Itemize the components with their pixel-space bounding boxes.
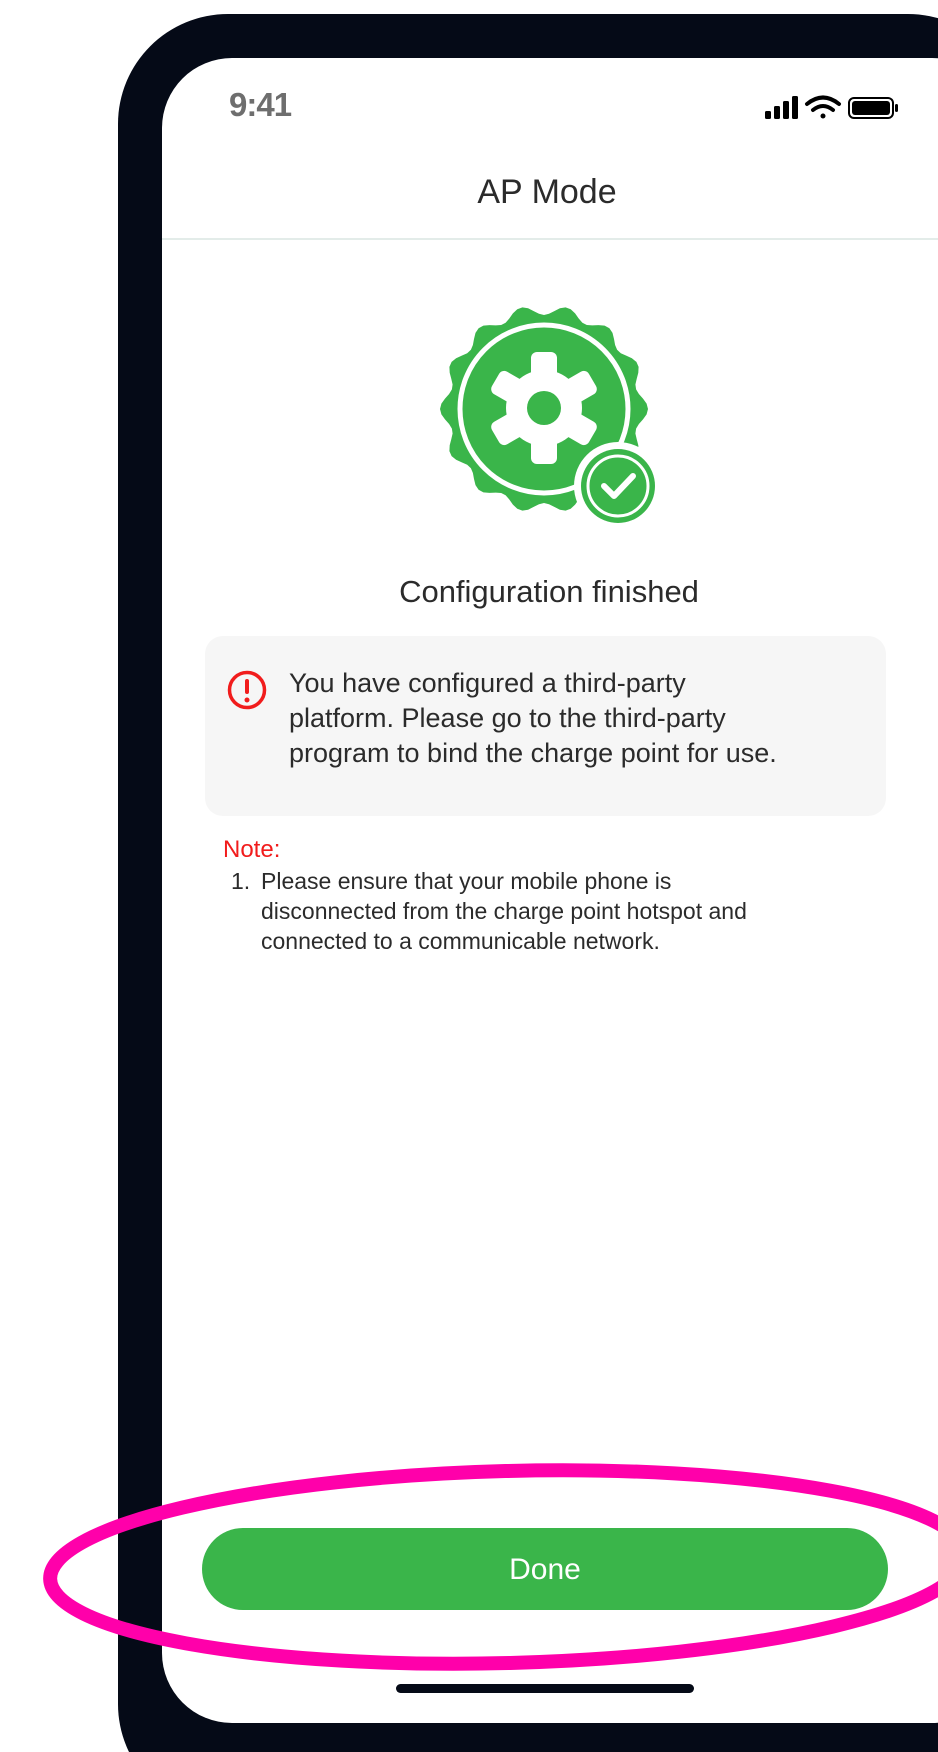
- note-line: Please ensure that your mobile phone is: [261, 868, 672, 894]
- check-circle-icon: [574, 442, 662, 530]
- gear-check-badge-icon: [440, 304, 662, 530]
- info-line: You have configured a third-party: [289, 668, 686, 698]
- page-title: AP Mode: [477, 173, 617, 211]
- done-button[interactable]: Done: [202, 1528, 888, 1610]
- note-line: disconnected from the charge point hotsp…: [261, 898, 747, 924]
- header-divider: [162, 238, 938, 240]
- page: 9:41 AP Mode Configuration finished You …: [0, 0, 938, 1752]
- info-line: program to bind the charge point for use…: [289, 738, 777, 768]
- info-card: You have configured a third-party platfo…: [205, 636, 886, 816]
- phone-screen: 9:41 AP Mode Configuration finished You …: [162, 58, 938, 1723]
- note-label: Note:: [223, 836, 281, 863]
- wifi-icon: [805, 95, 841, 119]
- note-number: 1.: [231, 868, 251, 894]
- home-indicator: [396, 1684, 694, 1693]
- status-icons: [762, 94, 902, 122]
- alert-circle-icon: [227, 670, 267, 710]
- result-title: Configuration finished: [399, 574, 699, 609]
- signal-icon: [765, 96, 798, 119]
- info-line: platform. Please go to the third-party: [289, 703, 726, 733]
- note-line: connected to a communicable network.: [261, 928, 660, 954]
- battery-icon: [848, 97, 898, 119]
- info-message: You have configured a third-party platfo…: [289, 666, 864, 771]
- note-text: Please ensure that your mobile phone is …: [261, 866, 861, 956]
- status-time: 9:41: [229, 86, 292, 123]
